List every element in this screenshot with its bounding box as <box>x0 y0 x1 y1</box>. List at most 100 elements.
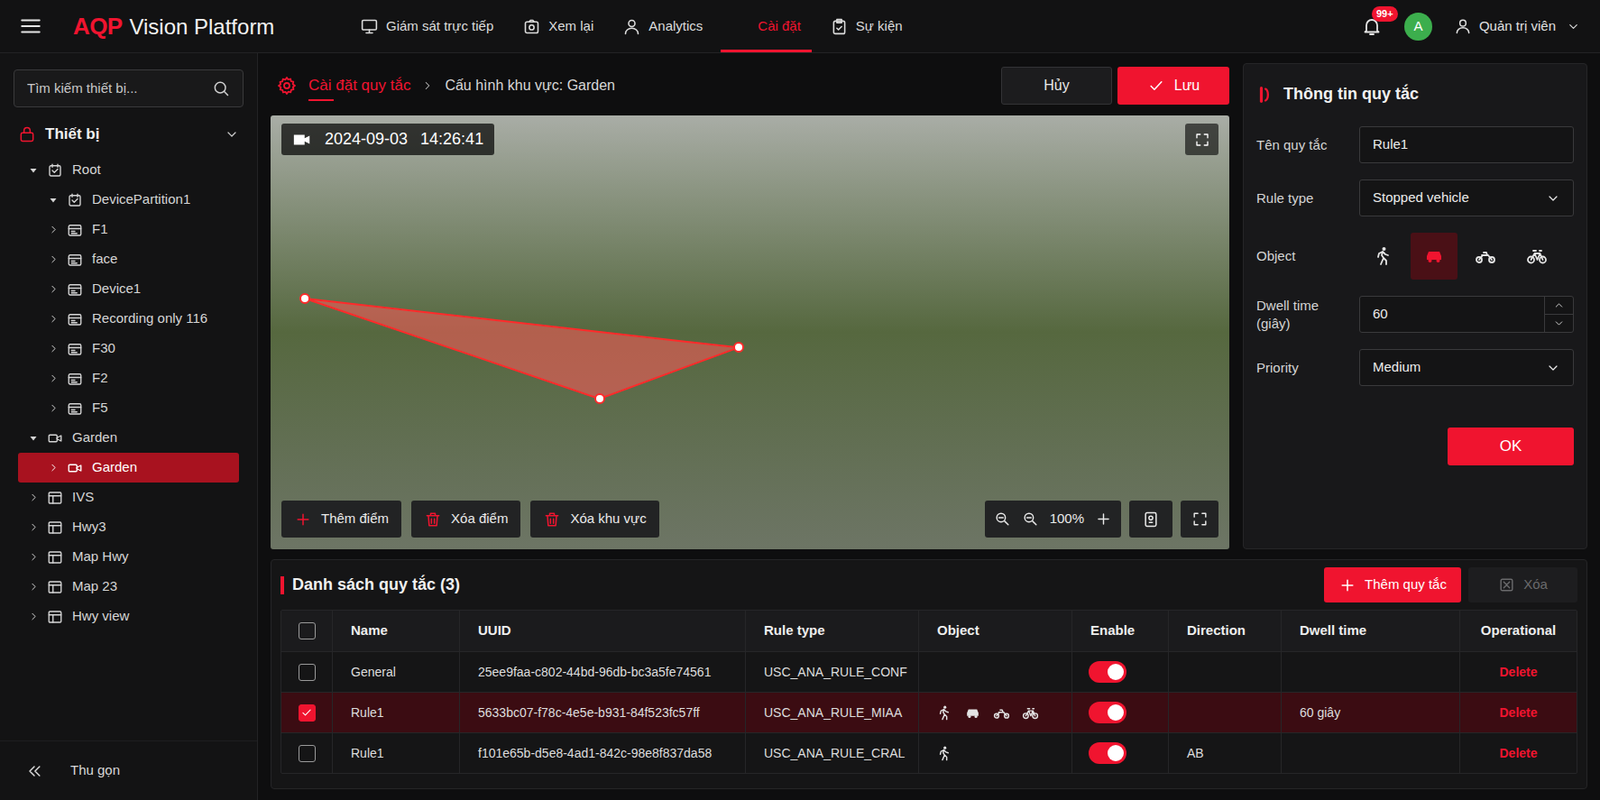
table-row[interactable]: General25ee9faa-c802-44bd-96db-bc3a5fe74… <box>281 651 1577 692</box>
table-row[interactable]: Rule15633bc07-f78c-4e5e-b931-84f523fc57f… <box>281 691 1577 733</box>
region-point[interactable] <box>299 293 311 304</box>
tree-item[interactable]: Recording only 116 <box>18 303 240 334</box>
delete-rules-button[interactable]: Xóa <box>1468 567 1578 603</box>
decrement-button[interactable] <box>1544 314 1573 332</box>
tree-item[interactable]: Map Hwy <box>18 542 240 572</box>
tree-toggle[interactable] <box>27 521 40 534</box>
region-tool[interactable]: Xóa khu vực <box>530 500 659 538</box>
tree-toggle[interactable] <box>27 610 40 623</box>
tool-label: Xóa khu vực <box>570 508 646 530</box>
tree-toggle[interactable] <box>46 312 60 325</box>
rule-list-title: Danh sách quy tắc (3) <box>292 572 460 598</box>
user-menu[interactable]: Quản trị viên <box>1453 16 1581 37</box>
zoom-out-button[interactable] <box>1021 510 1040 528</box>
region-tool[interactable]: Thêm điểm <box>281 500 402 538</box>
tree-item[interactable]: Hwy view <box>18 601 240 632</box>
logo[interactable]: AQPVision Platform <box>61 9 350 45</box>
tree-item[interactable]: face <box>18 244 240 275</box>
select[interactable]: Medium <box>1359 349 1574 387</box>
delete-link[interactable]: Delete <box>1498 744 1537 764</box>
nav-tab[interactable]: Xem lại <box>511 0 605 53</box>
video-fullscreen-button[interactable] <box>1185 123 1219 156</box>
tree-item[interactable]: F1 <box>18 214 240 245</box>
tree-item[interactable]: F5 <box>18 393 240 423</box>
notification-button[interactable]: 99+ <box>1360 15 1383 37</box>
tree-toggle[interactable] <box>46 253 60 266</box>
avatar[interactable]: A <box>1404 12 1433 41</box>
view-tools: 100% <box>984 500 1219 538</box>
checkbox[interactable] <box>298 744 316 763</box>
tree-toggle[interactable] <box>27 432 40 444</box>
region-point[interactable] <box>594 393 606 405</box>
add-rule-button[interactable]: Thêm quy tắc <box>1324 567 1462 603</box>
enable-toggle[interactable] <box>1088 661 1127 683</box>
tree-toggle[interactable] <box>46 402 60 414</box>
tree-item[interactable]: IVS <box>18 482 240 513</box>
nav-tab[interactable]: Sự kiện <box>818 0 914 53</box>
nav-tab[interactable]: undefinedCài đặt <box>720 0 812 53</box>
column-title: Dwell time <box>1299 620 1367 642</box>
tree-toggle[interactable] <box>27 491 40 504</box>
tree-item[interactable]: Garden <box>18 452 240 483</box>
collapse-button[interactable]: Thu gọn <box>0 740 258 800</box>
tree-toggle[interactable] <box>46 223 60 236</box>
object-option[interactable] <box>1513 232 1561 280</box>
rule-name-input[interactable] <box>1359 126 1574 164</box>
tree-toggle[interactable] <box>46 461 60 474</box>
device-section-header[interactable]: Thiết bị <box>0 118 258 151</box>
ok-button[interactable]: OK <box>1447 427 1574 466</box>
dwell-time-input[interactable] <box>1360 296 1545 332</box>
table-row[interactable]: Rule1f101e65b-d5e8-4ad1-842c-98e8f837da5… <box>281 732 1577 773</box>
delete-link[interactable]: Delete <box>1498 703 1537 723</box>
tree-toggle[interactable] <box>27 165 40 176</box>
fullscreen-button[interactable] <box>1180 500 1219 538</box>
menu-button[interactable] <box>0 0 62 53</box>
video-canvas[interactable]: 2024-09-0314:26:41Thêm điểmXóa điểmXóa k… <box>270 115 1230 550</box>
cell-text: General <box>350 662 396 682</box>
snapshot-button[interactable] <box>1129 500 1173 538</box>
select[interactable]: Stopped vehicle <box>1359 179 1574 217</box>
tree-item[interactable]: F2 <box>18 363 240 394</box>
checkbox[interactable] <box>298 704 316 722</box>
cancel-button[interactable]: Hủy <box>1001 66 1113 105</box>
tree-toggle[interactable] <box>27 580 40 593</box>
region-polygon[interactable] <box>270 115 1230 550</box>
table-cell: AB <box>1168 733 1282 773</box>
zoom-in-button[interactable] <box>1094 510 1113 528</box>
tree-toggle[interactable] <box>46 342 60 355</box>
object-option[interactable] <box>1410 232 1458 280</box>
nav-tab[interactable]: Analytics <box>611 0 714 53</box>
enable-toggle[interactable] <box>1088 701 1127 724</box>
tree-toggle[interactable] <box>27 551 40 563</box>
form-label: Tên quy tắc <box>1256 136 1360 155</box>
region-tool[interactable]: Xóa điểm <box>411 500 521 538</box>
nav-tab[interactable]: Giám sát trực tiếp <box>349 0 505 53</box>
increment-button[interactable] <box>1544 296 1573 315</box>
region-point[interactable] <box>733 341 745 353</box>
section-toggle[interactable] <box>224 127 240 142</box>
search-input[interactable] <box>27 78 205 100</box>
tree-item[interactable]: Hwy3 <box>18 512 240 543</box>
delete-link[interactable]: Delete <box>1498 662 1537 682</box>
tree-item[interactable]: DevicePartition1 <box>18 184 240 215</box>
tree-item[interactable]: Garden <box>18 422 240 453</box>
tree-item[interactable]: Root <box>18 155 240 185</box>
tree-toggle[interactable] <box>46 283 60 295</box>
tree-item[interactable]: Device1 <box>18 274 240 304</box>
breadcrumb-item[interactable]: Cấu hình khu vực: Garden <box>444 74 616 97</box>
checkbox[interactable] <box>298 622 316 640</box>
breadcrumb-item[interactable]: Cài đặt quy tắc <box>308 70 411 102</box>
tree-text: Map 23 <box>72 576 118 598</box>
tree-item[interactable]: F30 <box>18 333 240 364</box>
object-kind <box>1526 245 1548 267</box>
object-option[interactable] <box>1359 232 1407 280</box>
view-icon <box>46 579 64 596</box>
object-option[interactable] <box>1462 232 1509 280</box>
enable-toggle[interactable] <box>1088 742 1127 764</box>
checkbox[interactable] <box>298 663 316 681</box>
save-button[interactable]: Lưu <box>1117 66 1230 105</box>
tree-item[interactable]: Map 23 <box>18 571 240 602</box>
zoom-fit-button[interactable] <box>993 510 1012 528</box>
tree-toggle[interactable] <box>46 372 60 385</box>
tree-toggle[interactable] <box>46 194 60 206</box>
